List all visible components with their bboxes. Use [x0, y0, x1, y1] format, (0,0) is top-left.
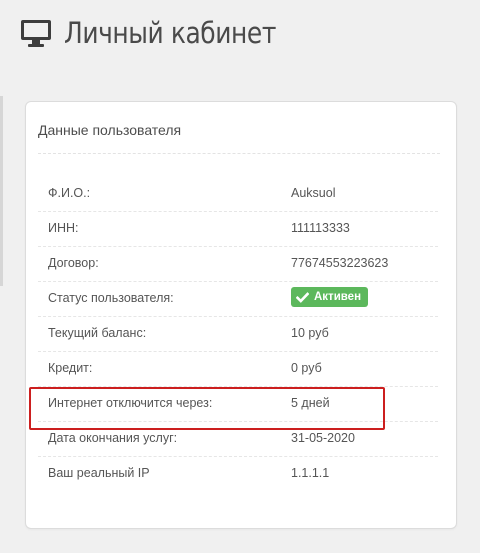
row-contract: Договор: 77674553223623 [38, 247, 438, 282]
user-data-panel: Данные пользователя Ф.И.О.: Auksuol ИНН:… [25, 101, 457, 529]
row-real-ip: Ваш реальный IP 1.1.1.1 [38, 457, 438, 492]
contract-value: 77674553223623 [291, 256, 389, 270]
row-balance: Текущий баланс: 10 руб [38, 317, 438, 352]
service-end-date-value: 31-05-2020 [291, 431, 355, 445]
monitor-icon [20, 18, 52, 48]
balance-label: Текущий баланс: [48, 326, 147, 340]
inn-label: ИНН: [48, 221, 79, 235]
inn-value: 111113333 [291, 221, 350, 235]
credit-label: Кредит: [48, 361, 93, 375]
full-name-label: Ф.И.О.: [48, 186, 91, 200]
row-user-status: Статус пользователя: Активен [38, 282, 438, 317]
user-info-table: Ф.И.О.: Auksuol ИНН: 111113333 Договор: … [38, 177, 438, 492]
user-status-label: Статус пользователя: [48, 291, 174, 305]
row-inn: ИНН: 111113333 [38, 212, 438, 247]
sidebar-edge [0, 96, 3, 286]
contract-label: Договор: [48, 256, 99, 270]
status-badge-label: Активен [314, 291, 362, 303]
page-header: Личный кабинет [20, 10, 310, 56]
balance-value: 10 руб [291, 326, 329, 340]
highlight-box [29, 387, 385, 430]
check-icon [296, 291, 309, 304]
row-credit: Кредит: 0 руб [38, 352, 438, 387]
row-full-name: Ф.И.О.: Auksuol [38, 177, 438, 212]
page-title: Личный кабинет [64, 16, 276, 50]
divider [38, 153, 440, 154]
panel-heading: Данные пользователя [38, 122, 182, 138]
service-end-date-label: Дата окончания услуг: [48, 431, 178, 445]
status-badge: Активен [291, 287, 369, 307]
full-name-value: Auksuol [291, 186, 336, 200]
real-ip-label: Ваш реальный IP [48, 466, 150, 480]
credit-value: 0 руб [291, 361, 322, 375]
real-ip-value: 1.1.1.1 [291, 466, 330, 480]
